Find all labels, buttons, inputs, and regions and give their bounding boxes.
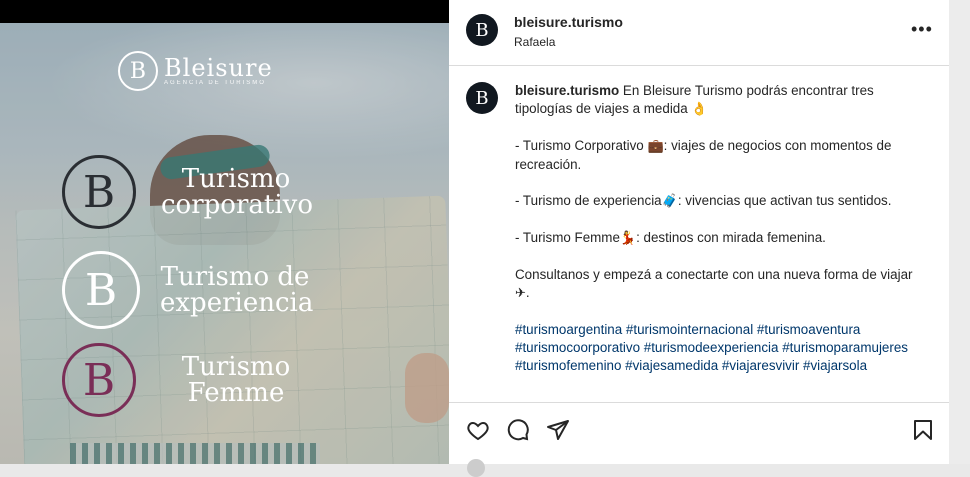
service-femme: B Turismo Femme: [62, 343, 291, 417]
service-title: Turismo corporativo: [161, 164, 313, 220]
brand-name: Bleisure: [164, 54, 273, 82]
caption-item-femme: - Turismo Femme💃: destinos con mirada fe…: [515, 229, 921, 248]
service-title-line1: Turismo de: [160, 262, 310, 292]
share-button[interactable]: [545, 417, 571, 443]
dancer-emoji: 💃: [619, 231, 637, 246]
post-header: B bleisure.turismo Rafaela •••: [449, 0, 949, 66]
closing-period: .: [525, 285, 530, 300]
item-description: : vivencias que activan tus sentidos.: [677, 193, 892, 208]
luggage-emoji: 🧳: [661, 194, 678, 209]
brand-logo: B Bleisure AGENCIA DE TURISMO: [118, 51, 273, 91]
ok-hand-emoji: 👌: [691, 102, 708, 117]
femme-logo-icon: B: [62, 343, 136, 417]
service-title: Turismo Femme: [181, 354, 291, 406]
closing-text: Consultanos y empezá a conectarte con un…: [515, 267, 913, 282]
like-button[interactable]: [465, 417, 491, 443]
heart-icon: [467, 421, 489, 441]
briefcase-emoji: 💼: [647, 139, 664, 154]
service-title-line2: experiencia: [160, 288, 314, 318]
service-title-line2: corporativo: [161, 190, 313, 220]
caption-hashtags[interactable]: #turismoargentina #turismointernacional …: [515, 321, 921, 375]
post-side-panel: B bleisure.turismo Rafaela ••• B bleisur…: [449, 0, 949, 477]
page-background-gutter: [949, 0, 970, 464]
brand-mark-icon: B: [118, 51, 158, 91]
bookmark-icon: [914, 420, 932, 440]
item-label: - Turismo de experiencia: [515, 193, 662, 208]
caption-item-corporativo: - Turismo Corporativo 💼: viajes de negoc…: [515, 137, 921, 174]
comment-button[interactable]: [505, 417, 531, 443]
caption-username[interactable]: bleisure.turismo: [515, 83, 619, 98]
item-description: : destinos con mirada femenina.: [636, 230, 826, 245]
service-title-line2: Femme: [187, 378, 285, 408]
item-label: - Turismo Corporativo: [515, 138, 648, 153]
header-location[interactable]: Rafaela: [514, 35, 555, 49]
header-username[interactable]: bleisure.turismo: [514, 14, 623, 30]
save-button[interactable]: [910, 417, 936, 443]
airplane-emoji: ✈: [515, 286, 526, 301]
caption-text: bleisure.turismo En Bleisure Turismo pod…: [515, 82, 921, 375]
caption-item-experiencia: - Turismo de experiencia🧳: vivencias que…: [515, 192, 921, 211]
caption-closing: Consultanos y empezá a conectarte con un…: [515, 266, 921, 303]
liked-by-avatar[interactable]: [467, 459, 485, 477]
service-title-line1: Turismo: [181, 352, 291, 382]
post-actions: [449, 402, 949, 477]
more-options-icon[interactable]: •••: [911, 20, 933, 38]
service-corporativo: B Turismo corporativo: [62, 155, 313, 229]
top-black-bar: [0, 0, 449, 23]
caption-section: B bleisure.turismo En Bleisure Turismo p…: [449, 66, 949, 402]
service-title: Turismo de experiencia: [160, 262, 314, 318]
post-image[interactable]: B Bleisure AGENCIA DE TURISMO B Turismo …: [0, 23, 449, 464]
profile-avatar[interactable]: B: [466, 14, 498, 46]
experiencia-logo-icon: B: [62, 251, 140, 329]
caption-avatar[interactable]: B: [466, 82, 498, 114]
paper-plane-icon: [547, 420, 569, 440]
comment-icon: [507, 419, 529, 441]
corporativo-logo-icon: B: [62, 155, 136, 229]
caption-intro: bleisure.turismo En Bleisure Turismo pod…: [515, 82, 921, 119]
brand-subtitle: AGENCIA DE TURISMO: [164, 80, 266, 86]
item-label: - Turismo Femme: [515, 230, 620, 245]
service-title-line1: Turismo: [181, 164, 291, 194]
service-experiencia: B Turismo de experiencia: [62, 251, 314, 329]
